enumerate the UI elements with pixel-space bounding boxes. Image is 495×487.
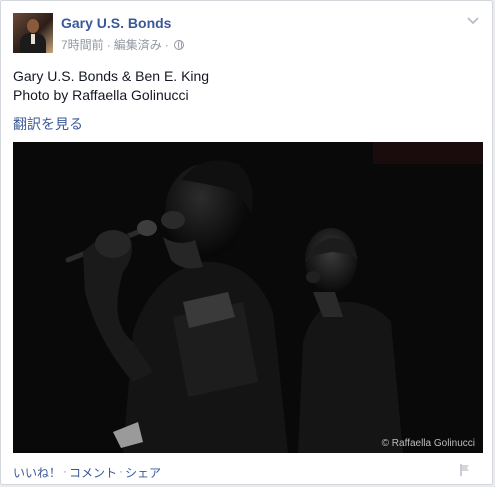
post-photo[interactable]: © Raffaella Golinucci <box>13 142 483 453</box>
post-card: Gary U.S. Bonds 7時間前 · 編集済み · Gary U.S. … <box>0 0 493 485</box>
chevron-down-icon[interactable] <box>466 13 480 27</box>
action-separator: · <box>119 464 124 478</box>
post-message-line: Gary U.S. Bonds & Ben E. King <box>13 68 210 84</box>
comment-link[interactable]: コメント <box>69 464 117 481</box>
see-translation-link[interactable]: 翻訳を見る <box>13 114 83 134</box>
action-separator: · <box>63 464 68 478</box>
post-message-line: Photo by Raffaella Golinucci <box>13 87 189 103</box>
meta-separator: · <box>106 37 111 52</box>
flag-icon[interactable] <box>458 463 472 477</box>
like-link[interactable]: いいね！ <box>13 464 61 481</box>
avatar-head <box>27 19 39 33</box>
post-message: Gary U.S. Bonds & Ben E. King Photo by R… <box>13 67 209 105</box>
photo-illustration <box>13 142 483 453</box>
post-actions: いいね！ · コメント · シェア <box>13 464 161 481</box>
share-link[interactable]: シェア <box>125 464 161 481</box>
globe-icon[interactable] <box>173 39 184 50</box>
author-avatar[interactable] <box>13 13 53 53</box>
avatar-tie <box>31 34 35 44</box>
meta-separator: · <box>164 37 169 52</box>
post-meta: 7時間前 · 編集済み · <box>61 36 184 53</box>
post-timestamp-link[interactable]: 7時間前 <box>61 36 104 53</box>
photo-watermark: © Raffaella Golinucci <box>381 438 475 449</box>
edited-link[interactable]: 編集済み <box>114 36 162 53</box>
author-name-link[interactable]: Gary U.S. Bonds <box>61 15 171 31</box>
